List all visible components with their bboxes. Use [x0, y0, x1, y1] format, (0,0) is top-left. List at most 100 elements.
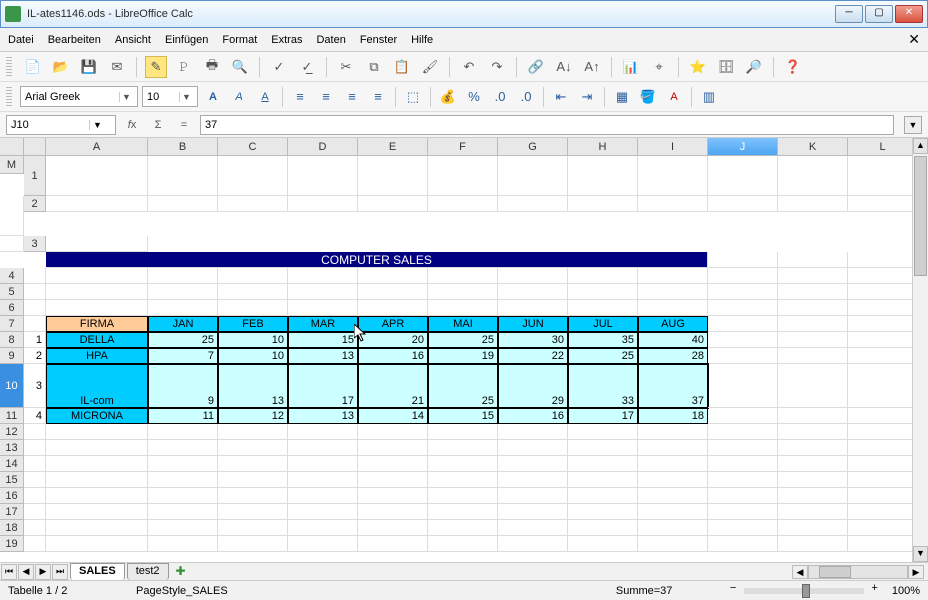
cell-E14[interactable] — [288, 456, 358, 472]
spellcheck-icon[interactable]: ✓ — [268, 56, 290, 78]
indent-dec-icon[interactable]: ⇤ — [550, 86, 572, 108]
cell-F9[interactable]: 16 — [358, 348, 428, 364]
cell-C6[interactable] — [148, 300, 218, 316]
cell-J15[interactable] — [638, 472, 708, 488]
cell-D11[interactable]: 12 — [218, 408, 288, 424]
save-icon[interactable]: 💾 — [78, 56, 100, 78]
cell-I16[interactable] — [568, 488, 638, 504]
cell-C16[interactable] — [148, 488, 218, 504]
row-header-4[interactable]: 4 — [0, 268, 24, 284]
hyperlink-icon[interactable]: 🔗 — [525, 56, 547, 78]
cell-F6[interactable] — [358, 300, 428, 316]
cell-G8[interactable]: 25 — [428, 332, 498, 348]
cell-H19[interactable] — [498, 536, 568, 552]
col-header-L[interactable]: L — [848, 138, 918, 156]
cell-L14[interactable] — [778, 456, 848, 472]
sort-desc-icon[interactable]: A↑ — [581, 56, 603, 78]
row-header-19[interactable]: 19 — [0, 536, 24, 552]
cell-I17[interactable] — [568, 504, 638, 520]
toolbar-grip[interactable] — [6, 57, 12, 77]
cell-G4[interactable] — [428, 268, 498, 284]
zoom-knob[interactable] — [802, 584, 810, 598]
cell-M11[interactable] — [848, 408, 918, 424]
cell-H18[interactable] — [498, 520, 568, 536]
scroll-down-icon[interactable]: ▼ — [913, 546, 928, 562]
menu-view[interactable]: Ansicht — [115, 34, 151, 46]
cell-G15[interactable] — [428, 472, 498, 488]
doc-close-icon[interactable]: ✕ — [908, 31, 920, 48]
cell-J14[interactable] — [638, 456, 708, 472]
cell-C18[interactable] — [148, 520, 218, 536]
scroll-left-icon[interactable]: ◀ — [792, 565, 808, 579]
cell-H11[interactable]: 16 — [498, 408, 568, 424]
cell-E18[interactable] — [288, 520, 358, 536]
cell-G16[interactable] — [428, 488, 498, 504]
cell-L4[interactable] — [778, 268, 848, 284]
gallery-icon[interactable]: ⭐ — [687, 56, 709, 78]
cell-L9[interactable] — [778, 348, 848, 364]
cell-D8[interactable]: 10 — [218, 332, 288, 348]
row-header-3[interactable]: 3 — [24, 236, 46, 252]
cell-D13[interactable] — [218, 440, 288, 456]
chevron-down-icon[interactable]: ▼ — [89, 120, 105, 130]
merge-icon[interactable]: ⬚ — [402, 86, 424, 108]
cell-D12[interactable] — [218, 424, 288, 440]
tab-prev-icon[interactable]: ◀ — [18, 564, 34, 580]
col-header-D[interactable]: D — [288, 138, 358, 156]
cell-F10[interactable]: 21 — [358, 364, 428, 408]
cell-B4[interactable] — [46, 268, 148, 284]
cell-F2[interactable] — [428, 196, 498, 212]
col-header-A[interactable]: A — [46, 138, 148, 156]
cell-K1[interactable] — [778, 156, 848, 196]
cell-J5[interactable] — [638, 284, 708, 300]
cell-H6[interactable] — [498, 300, 568, 316]
cell-A3[interactable] — [46, 236, 148, 252]
cell-M9[interactable] — [848, 348, 918, 364]
cell-G12[interactable] — [428, 424, 498, 440]
autocheck-icon[interactable]: ✓̲ — [296, 56, 318, 78]
cell-F12[interactable] — [358, 424, 428, 440]
zoom-icon[interactable]: 🔎 — [743, 56, 765, 78]
row-header-16[interactable]: 16 — [0, 488, 24, 504]
cell-C8[interactable]: 25 — [148, 332, 218, 348]
cell-G1[interactable] — [498, 156, 568, 196]
cell-D1[interactable] — [288, 156, 358, 196]
cell-C2[interactable] — [218, 196, 288, 212]
col-header-B[interactable]: B — [148, 138, 218, 156]
cell-L6[interactable] — [778, 300, 848, 316]
currency-icon[interactable]: 💰 — [437, 86, 459, 108]
cell-L18[interactable] — [778, 520, 848, 536]
preview-icon[interactable]: 🔍 — [229, 56, 251, 78]
cell-D18[interactable] — [218, 520, 288, 536]
cell-B18[interactable] — [46, 520, 148, 536]
cell-K15[interactable] — [708, 472, 778, 488]
cell-A17[interactable] — [24, 504, 46, 520]
gridlines-icon[interactable]: ▥ — [698, 86, 720, 108]
cell-I6[interactable] — [568, 300, 638, 316]
row-header-14[interactable]: 14 — [0, 456, 24, 472]
cell-K14[interactable] — [708, 456, 778, 472]
paste-icon[interactable]: 📋 — [391, 56, 413, 78]
cell-G2[interactable] — [498, 196, 568, 212]
cell-D16[interactable] — [218, 488, 288, 504]
cell-H14[interactable] — [498, 456, 568, 472]
minimize-button[interactable]: ─ — [835, 5, 863, 23]
formula-input[interactable] — [200, 115, 894, 135]
cell-C1[interactable] — [218, 156, 288, 196]
cell-E4[interactable] — [288, 268, 358, 284]
print-icon[interactable]: 🖶 — [201, 56, 223, 78]
cell-B3[interactable]: COMPUTER SALES — [46, 252, 708, 268]
cell-A11[interactable]: 4 — [24, 408, 46, 424]
cell-F5[interactable] — [358, 284, 428, 300]
navigator-icon[interactable]: ⌖ — [648, 56, 670, 78]
cell-E17[interactable] — [288, 504, 358, 520]
row-header-1[interactable]: 1 — [24, 156, 46, 196]
cell-A6[interactable] — [24, 300, 46, 316]
cell-D14[interactable] — [218, 456, 288, 472]
cell-J2[interactable] — [708, 196, 778, 212]
cell-A19[interactable] — [24, 536, 46, 552]
cell-A14[interactable] — [24, 456, 46, 472]
cell-H5[interactable] — [498, 284, 568, 300]
bold-icon[interactable]: A — [202, 86, 224, 108]
vertical-scrollbar[interactable]: ▲ ▼ — [912, 138, 928, 562]
